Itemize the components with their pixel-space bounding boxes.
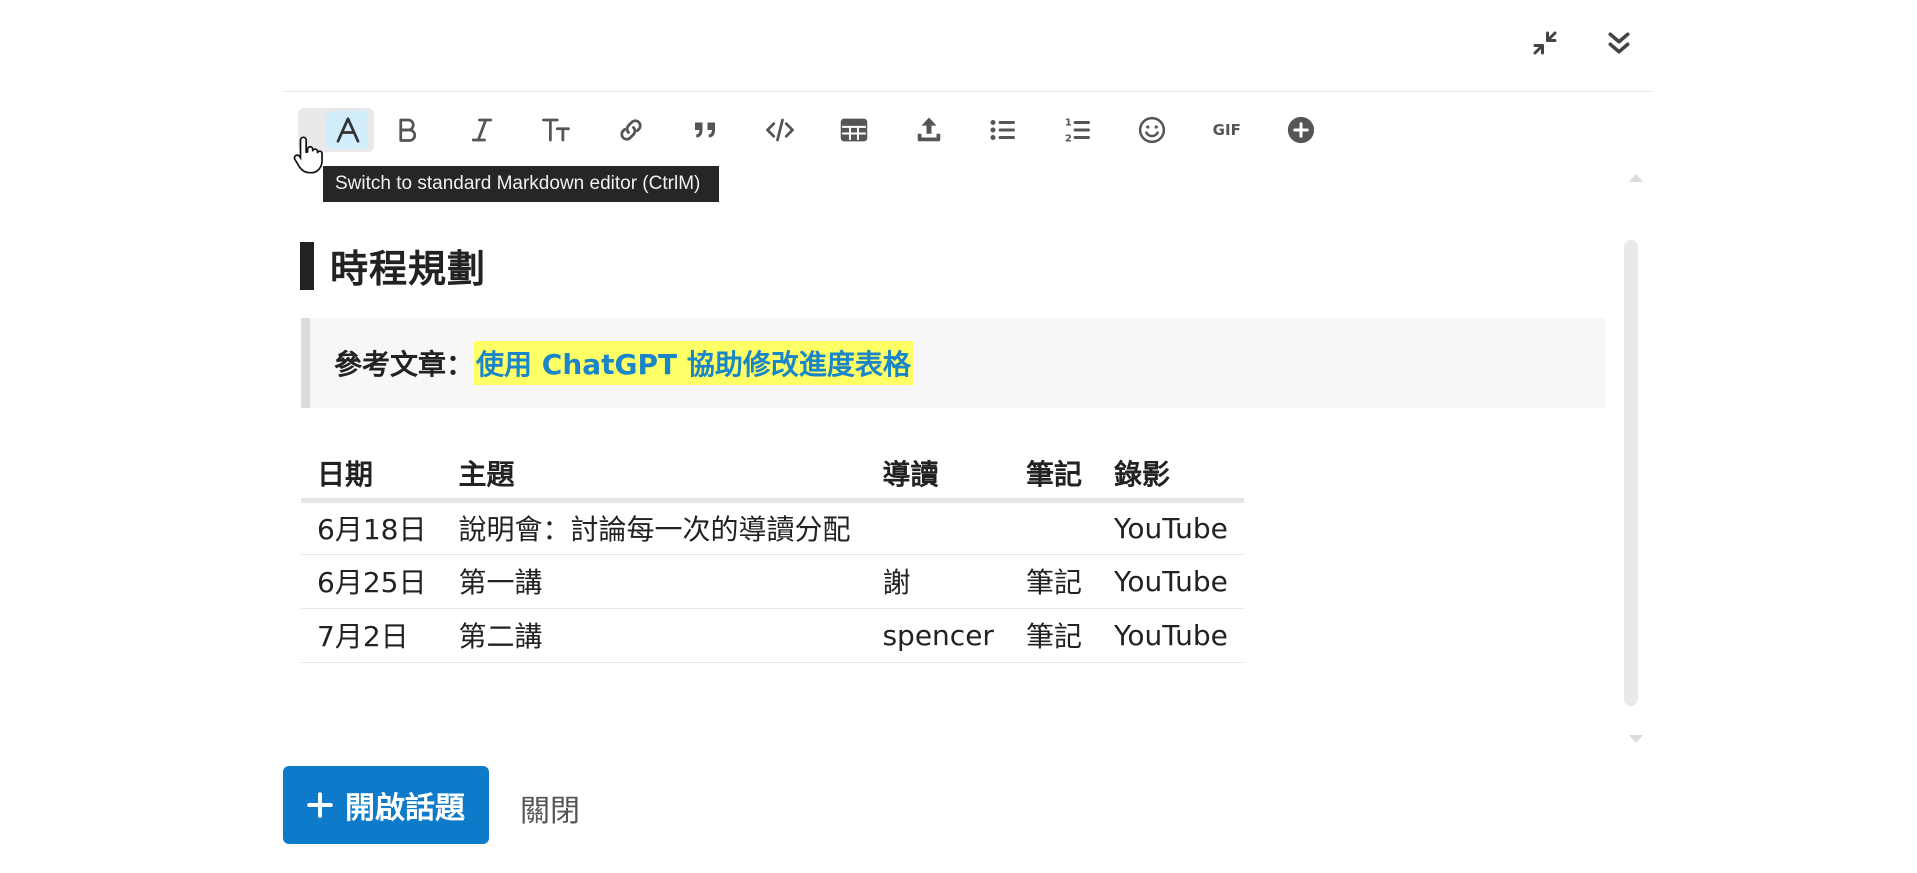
plus-icon — [307, 792, 333, 818]
upload-icon — [917, 117, 940, 142]
gif-icon: GIF — [1212, 121, 1241, 139]
heading-button[interactable] — [519, 108, 594, 152]
hand-cursor-icon — [293, 136, 323, 174]
create-topic-button[interactable]: 開啟話題 — [283, 766, 489, 844]
table-cell-notes: 筆記 — [1009, 608, 1098, 663]
italic-icon — [471, 118, 492, 142]
editor-toolbar: 1 2 GIF — [296, 108, 1339, 152]
table-icon — [841, 118, 868, 142]
content-heading: 時程規劃 — [300, 238, 486, 293]
double-chevron-down-icon — [1608, 32, 1630, 54]
smiley-icon — [1139, 116, 1166, 144]
column-header-video: 錄影 — [1097, 448, 1244, 503]
svg-text:2: 2 — [1065, 133, 1072, 144]
table-cell-topic: 第一講 — [442, 554, 867, 609]
column-header-reader: 導讀 — [866, 448, 1010, 503]
table-cell-topic: 第二講 — [442, 608, 867, 663]
bold-button[interactable] — [370, 108, 445, 152]
quote-icon — [695, 122, 716, 138]
collapse-composer-button[interactable] — [1528, 26, 1562, 60]
reference-blockquote: 參考文章： 使用 ChatGPT 協助修改進度表格 — [301, 318, 1605, 408]
table-cell-notes: 筆記 — [1009, 554, 1098, 609]
reference-article-link[interactable]: 使用 ChatGPT 協助修改進度表格 — [474, 341, 913, 385]
collapse-arrows-icon — [1533, 31, 1557, 55]
code-icon — [765, 118, 794, 142]
reference-label: 參考文章： — [334, 348, 475, 381]
table-cell-reader: spencer — [866, 608, 1010, 663]
toolbar-tooltip: Switch to standard Markdown editor (Ctrl… — [323, 166, 719, 202]
table-row: 6月18日 說明會：討論每一次的導讀分配 YouTube — [301, 500, 1244, 555]
table-cell-video: YouTube — [1097, 608, 1244, 663]
schedule-table: 日期 主題 導讀 筆記 錄影 6月18日 說明會：討論每一次的導讀分配 YouT… — [301, 448, 1244, 663]
table-cell-date: 6月18日 — [301, 500, 443, 555]
table-cell-reader: 謝 — [866, 554, 1010, 609]
table-cell-date: 6月25日 — [301, 554, 443, 609]
composer-divider — [283, 91, 1653, 92]
column-header-notes: 筆記 — [1009, 448, 1098, 503]
link-icon — [620, 119, 642, 141]
bold-icon — [399, 118, 417, 142]
bullet-list-button[interactable] — [966, 108, 1041, 152]
composer-controls — [1528, 26, 1636, 60]
create-topic-label: 開啟話題 — [345, 791, 465, 826]
table-cell-video: YouTube — [1097, 554, 1244, 609]
table-row: 7月2日 第二講 spencer 筆記 YouTube — [301, 608, 1244, 663]
quote-button[interactable] — [668, 108, 743, 152]
table-cell-date: 7月2日 — [301, 608, 443, 663]
text-size-icon — [542, 118, 571, 142]
gif-button[interactable]: GIF — [1190, 108, 1265, 152]
column-header-date: 日期 — [301, 448, 443, 503]
bullet-list-icon — [990, 120, 1016, 140]
font-a-icon — [336, 117, 360, 143]
numbered-list-icon: 1 2 — [1065, 118, 1090, 144]
close-composer-button[interactable]: 關閉 — [520, 786, 580, 830]
more-options-button[interactable] — [1264, 108, 1339, 152]
heading-marker — [300, 241, 314, 290]
table-cell-reader — [866, 500, 1010, 555]
plus-circle-icon — [1288, 116, 1315, 144]
italic-button[interactable] — [445, 108, 520, 152]
svg-text:1: 1 — [1065, 118, 1072, 129]
heading-text: 時程規劃 — [330, 247, 487, 291]
table-cell-video: YouTube — [1097, 500, 1244, 555]
hide-composer-button[interactable] — [1602, 26, 1636, 60]
table-header-row: 日期 主題 導讀 筆記 錄影 — [301, 448, 1244, 503]
scroll-up-arrow-icon[interactable] — [1627, 172, 1645, 184]
numbered-list-button[interactable]: 1 2 — [1041, 108, 1116, 152]
table-cell-notes — [1009, 500, 1098, 555]
upload-button[interactable] — [892, 108, 967, 152]
emoji-button[interactable] — [1115, 108, 1190, 152]
scroll-down-arrow-icon[interactable] — [1627, 733, 1645, 745]
column-header-topic: 主題 — [442, 448, 867, 503]
table-cell-topic: 說明會：討論每一次的導讀分配 — [442, 500, 867, 555]
code-button[interactable] — [743, 108, 818, 152]
table-button[interactable] — [817, 108, 892, 152]
link-button[interactable] — [594, 108, 669, 152]
editor-scrollbar[interactable] — [1624, 240, 1638, 706]
table-row: 6月25日 第一講 謝 筆記 YouTube — [301, 554, 1244, 609]
